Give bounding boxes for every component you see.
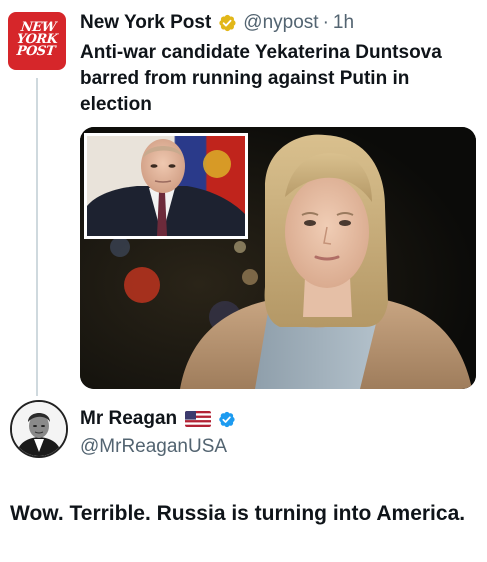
us-flag-icon <box>185 411 212 427</box>
nypost-avatar[interactable]: NEW YORK POST <box>8 12 66 70</box>
verified-badge-icon <box>217 410 236 429</box>
nypost-logo: NEW YORK POST <box>15 20 59 59</box>
author-handle[interactable]: @nypost <box>243 12 318 34</box>
author-name[interactable]: New York Post <box>80 12 211 34</box>
reply-author-handle[interactable]: @MrReaganUSA <box>80 436 227 458</box>
separator-dot: · <box>322 12 329 33</box>
tweet-text: Anti-war candidate Yekaterina Duntsova b… <box>80 42 442 115</box>
tweet-timestamp[interactable]: 1h <box>333 12 354 34</box>
thread-connector-line <box>36 78 38 396</box>
tweet-media-image[interactable] <box>80 127 476 389</box>
verified-org-badge-icon <box>217 13 237 33</box>
reply-header: Mr Reagan <box>80 408 236 430</box>
mrreagan-avatar[interactable] <box>10 400 68 458</box>
tweet-header: New York Post @nypost · 1h <box>80 12 354 34</box>
reply-text: Wow. Terrible. Russia is turning into Am… <box>10 502 466 525</box>
reply-author-name[interactable]: Mr Reagan <box>80 408 177 430</box>
inset-photo <box>84 133 248 239</box>
